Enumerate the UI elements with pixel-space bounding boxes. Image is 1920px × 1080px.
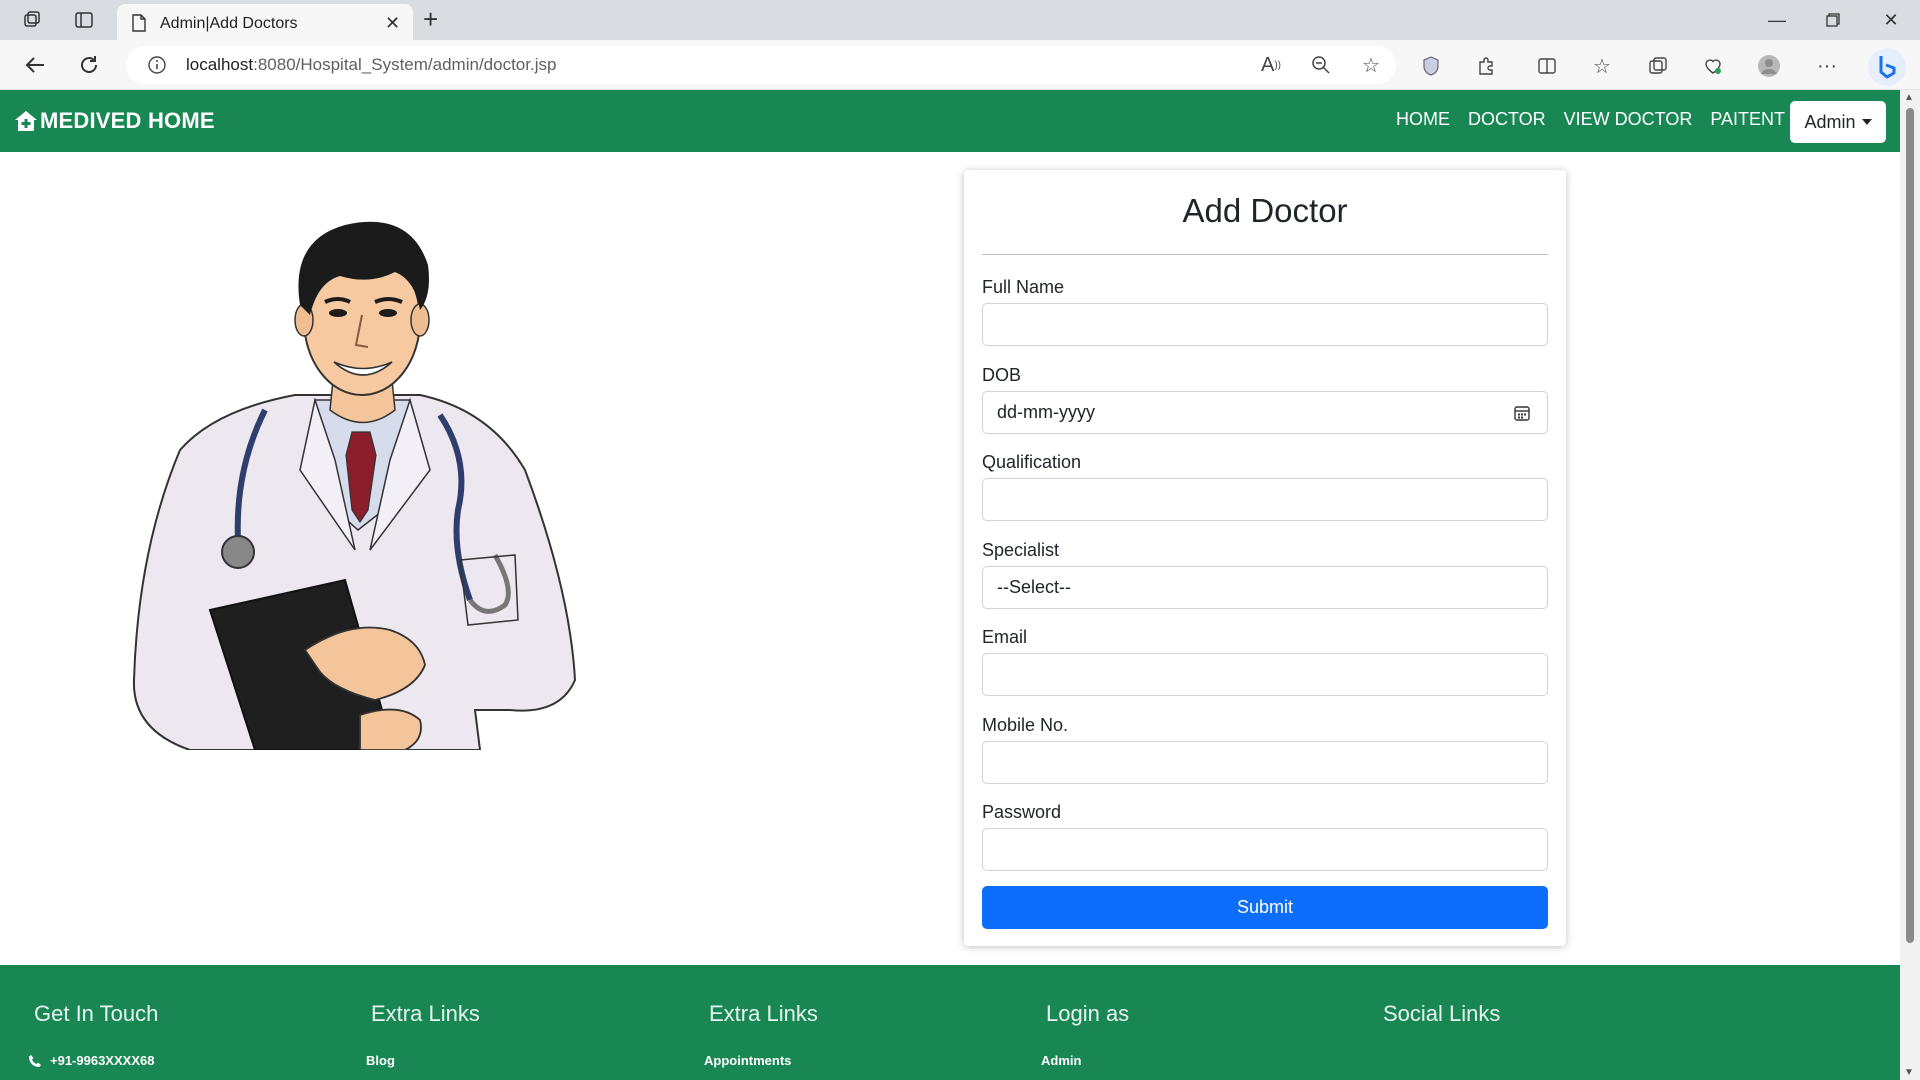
footer-phone[interactable]: +91-9963XXXX68 [28,1053,154,1068]
add-doctor-card: Add Doctor Full Name DOB dd-mm-yyyy Qual… [964,170,1566,946]
title-divider [982,254,1548,255]
admin-label: Admin [1804,111,1856,132]
shield-icon[interactable] [1418,53,1444,79]
new-tab-button[interactable]: + [423,6,438,32]
caret-down-icon [1861,119,1872,125]
browser-tab-active[interactable]: Admin|Add Doctors ✕ [117,4,413,40]
nav-link-patient[interactable]: PAITENT [1710,109,1785,130]
password-input[interactable] [982,828,1548,871]
favorites-icon[interactable]: ☆ [1589,53,1615,79]
form-title: Add Doctor [1182,192,1348,229]
reload-icon[interactable] [74,50,104,80]
footer: Get In Touch +91-9963XXXX68 Extra Links … [0,965,1900,1080]
doctor-illustration [132,221,577,750]
tab-title: Admin|Add Doctors [160,15,298,32]
scroll-up-arrow-icon[interactable]: ▲ [1904,92,1914,103]
site-info-icon[interactable] [148,56,166,79]
dob-label: DOB [982,365,1022,385]
address-bar[interactable]: localhost:8080/Hospital_System/admin/doc… [126,46,1396,84]
submit-button[interactable]: Submit [982,886,1548,929]
web-page: MEDIVED HOME HOME DOCTOR VIEW DOCTOR PAI… [0,90,1900,1080]
browser-tab-bar: Admin|Add Doctors ✕ + — ✕ [0,0,1920,40]
copilot-icon[interactable] [1868,48,1906,86]
split-screen-icon[interactable] [1534,53,1560,79]
scroll-down-arrow-icon[interactable]: ▼ [1904,1067,1914,1078]
close-tab-icon[interactable]: ✕ [385,13,400,34]
nav-links: HOME DOCTOR VIEW DOCTOR PAITENT [1396,109,1785,130]
qualification-label: Qualification [982,452,1082,472]
brand-logo[interactable]: MEDIVED HOME [14,108,215,134]
page-scrollbar[interactable]: ▲ ▼ [1900,90,1920,1080]
qualification-input[interactable] [982,478,1548,521]
tab-actions-icon[interactable] [70,8,98,32]
email-input[interactable] [982,653,1548,696]
mobile-label: Mobile No. [982,715,1069,735]
nav-link-home[interactable]: HOME [1396,109,1450,130]
restore-window-button[interactable] [1818,8,1848,32]
calendar-icon[interactable] [1513,404,1531,427]
footer-link-appointments[interactable]: Appointments [704,1053,791,1068]
brand-text: MEDIVED HOME [40,108,215,133]
specialist-select[interactable]: --Select-- [982,566,1548,609]
phone-icon [28,1054,41,1067]
nav-link-doctor[interactable]: DOCTOR [1468,109,1546,130]
footer-link-admin[interactable]: Admin [1041,1053,1081,1068]
browser-essentials-icon[interactable] [1700,53,1726,79]
read-aloud-icon[interactable]: A)) [1258,52,1284,78]
footer-title: Get In Touch [34,1001,159,1026]
mobile-input[interactable] [982,741,1548,784]
page-icon [131,14,147,37]
specialist-label: Specialist [982,540,1060,560]
footer-title: Extra Links [709,1001,818,1026]
nav-link-view-doctor[interactable]: VIEW DOCTOR [1564,109,1693,130]
dob-placeholder: dd-mm-yyyy [997,402,1095,422]
extensions-icon[interactable] [1473,53,1499,79]
url-text: localhost:8080/Hospital_System/admin/doc… [186,55,557,74]
password-label: Password [982,802,1062,822]
email-label: Email [982,627,1028,647]
favorite-star-icon[interactable]: ☆ [1358,52,1384,78]
admin-dropdown-button[interactable]: Admin [1790,101,1886,143]
footer-title: Login as [1046,1001,1130,1026]
hospital-home-icon [15,111,37,131]
zoom-out-icon[interactable] [1308,52,1334,78]
footer-link-blog[interactable]: Blog [366,1053,395,1068]
workspaces-icon[interactable] [18,8,46,32]
back-arrow-icon[interactable] [20,50,50,80]
top-navbar: MEDIVED HOME HOME DOCTOR VIEW DOCTOR PAI… [0,90,1900,152]
browser-toolbar: localhost:8080/Hospital_System/admin/doc… [0,40,1920,90]
collections-icon[interactable] [1645,53,1671,79]
dob-input[interactable]: dd-mm-yyyy [982,391,1548,434]
full-name-input[interactable] [982,303,1548,346]
specialist-selected-value: --Select-- [997,577,1072,597]
close-window-button[interactable]: ✕ [1876,8,1906,32]
footer-title: Social Links [1383,1001,1501,1026]
footer-title: Extra Links [371,1001,480,1026]
minimize-window-button[interactable]: — [1762,8,1792,32]
scroll-thumb[interactable] [1906,108,1914,943]
more-options-icon[interactable]: ··· [1814,53,1840,79]
full-name-label: Full Name [982,277,1065,297]
profile-avatar-icon[interactable] [1756,53,1782,79]
